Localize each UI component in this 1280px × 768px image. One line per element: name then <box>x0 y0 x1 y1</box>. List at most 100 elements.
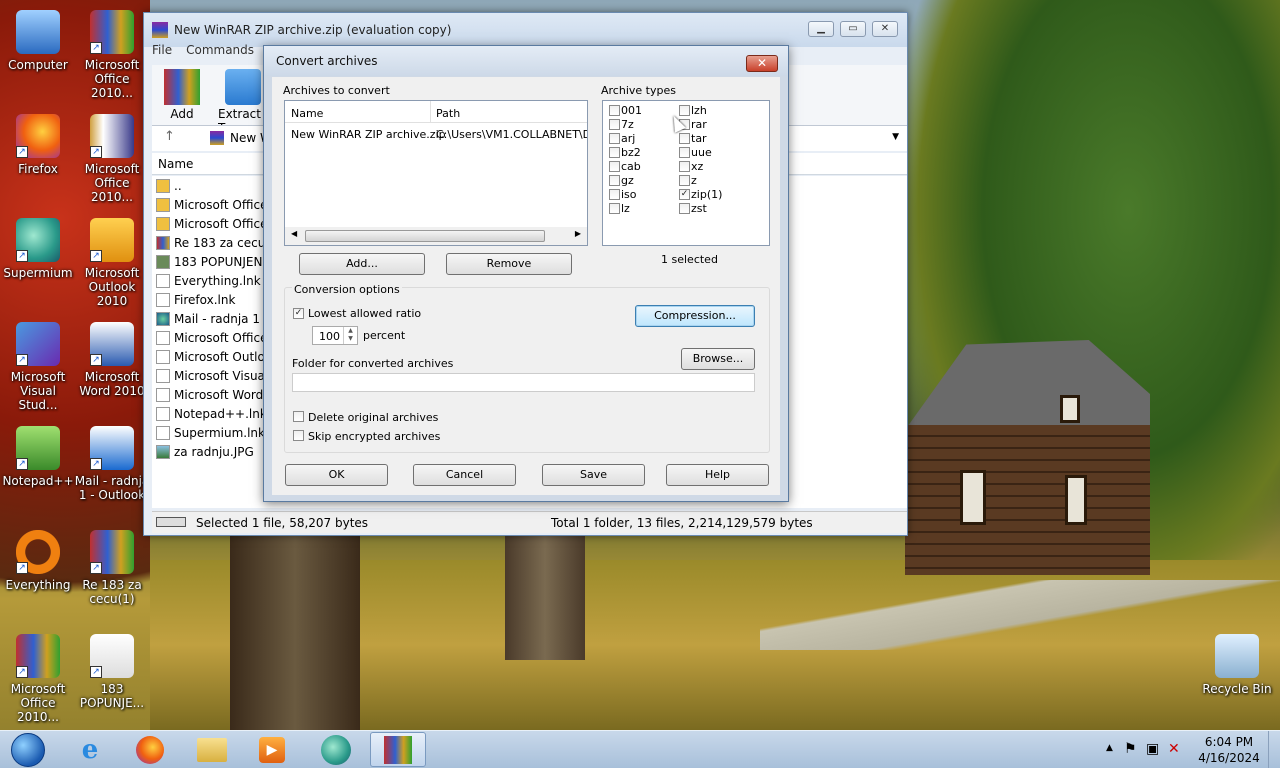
file-row[interactable]: Re 183 za cecu(1... <box>152 233 266 252</box>
archive-type-checkbox[interactable] <box>679 203 690 214</box>
dialog-titlebar[interactable]: Convert archives <box>264 46 788 76</box>
taskbar-ie[interactable]: e <box>62 732 118 767</box>
scroll-right-icon[interactable]: ▶ <box>575 229 581 238</box>
archive-type-checkbox[interactable] <box>609 175 620 186</box>
network-icon[interactable]: ▣ <box>1146 741 1159 757</box>
shortcut-arrow-icon: ↗ <box>16 250 28 262</box>
desktop-icon[interactable]: ↗ Microsoft Office 2010... <box>74 114 150 204</box>
start-button[interactable] <box>0 732 56 767</box>
file-row[interactable]: Supermium.lnk <box>152 423 266 442</box>
desktop-icon[interactable]: ↗ Notepad++ <box>0 426 76 488</box>
archive-type-checkbox[interactable] <box>609 133 620 144</box>
winrar-titlebar[interactable]: New WinRAR ZIP archive.zip (evaluation c… <box>144 13 907 47</box>
col-name[interactable]: Name <box>291 107 323 120</box>
taskbar-firefox[interactable] <box>122 732 178 767</box>
archive-type-checkbox[interactable]: ✓ <box>679 189 690 200</box>
minimize-button[interactable]: ▁ <box>808 21 834 37</box>
volume-muted-icon[interactable]: ✕ <box>1168 741 1180 757</box>
skip-encrypted-checkbox[interactable] <box>293 430 304 441</box>
archive-type-checkbox[interactable] <box>609 161 620 172</box>
archive-type-checkbox[interactable] <box>679 161 690 172</box>
col-path[interactable]: Path <box>436 107 460 120</box>
file-row[interactable]: 183 POPUNJEN ... <box>152 252 266 271</box>
cancel-button[interactable]: Cancel <box>413 464 516 486</box>
archive-type-checkbox[interactable] <box>609 105 620 116</box>
remove-button[interactable]: Remove <box>446 253 572 275</box>
add-button[interactable]: Add... <box>299 253 425 275</box>
desktop-icon[interactable]: ↗ Re 183 za cecu(1) <box>74 530 150 606</box>
desktop-icon[interactable]: ↗ Microsoft Visual Stud... <box>0 322 76 412</box>
convert-archives-dialog[interactable]: Convert archives ✕ Archives to convert N… <box>263 45 789 502</box>
close-button[interactable]: ✕ <box>872 21 898 37</box>
clock-date[interactable]: 4/16/2024 <box>1198 751 1260 765</box>
horizontal-scrollbar[interactable]: ◀ ▶ <box>285 227 587 245</box>
desktop-icon[interactable]: ↗ Firefox <box>0 114 76 176</box>
winrar-archive-icon: ↗ <box>90 530 134 574</box>
show-desktop-button[interactable] <box>1268 731 1280 768</box>
ratio-value[interactable]: 100 <box>319 330 340 343</box>
file-row[interactable]: Microsoft Visual... <box>152 366 266 385</box>
desktop-icon[interactable]: ↗ Microsoft Office 2010... <box>0 634 76 724</box>
file-row[interactable]: Microsoft Office... <box>152 328 266 347</box>
up-arrow-icon[interactable]: ↑ <box>164 129 175 144</box>
file-row[interactable]: Firefox.lnk <box>152 290 266 309</box>
taskbar-explorer[interactable] <box>184 732 240 767</box>
desktop-icon[interactable]: Recycle Bin <box>1199 634 1275 696</box>
file-row[interactable]: Microsoft Office... <box>152 195 266 214</box>
dialog-close-button[interactable]: ✕ <box>746 55 778 72</box>
desktop-icon[interactable]: ↗ Mail - radnja 1 - Outlook <box>74 426 150 502</box>
save-button[interactable]: Save <box>542 464 645 486</box>
archive-type-checkbox[interactable] <box>609 203 620 214</box>
desktop-icon[interactable]: ↗ Supermium <box>0 218 76 280</box>
browse-button[interactable]: Browse... <box>681 348 755 370</box>
archive-type-checkbox[interactable] <box>679 133 690 144</box>
file-row[interactable]: Mail - radnja 1 - ... <box>152 309 266 328</box>
desktop-icon[interactable]: ↗ Microsoft Office 2010... <box>74 10 150 100</box>
action-center-flag-icon[interactable]: ⚑ <box>1124 741 1137 757</box>
toolbar-add-button[interactable]: Add <box>164 69 200 121</box>
archive-type-checkbox[interactable] <box>679 105 690 116</box>
file-icon <box>156 406 170 421</box>
scroll-thumb[interactable] <box>305 230 545 242</box>
archive-type-checkbox[interactable] <box>679 147 690 158</box>
delete-original-checkbox[interactable] <box>293 411 304 422</box>
menu-commands[interactable]: Commands <box>186 43 254 57</box>
desktop-icon[interactable]: ↗ Microsoft Word 2010 <box>74 322 150 398</box>
file-row[interactable]: Microsoft Word ... <box>152 385 266 404</box>
file-row[interactable]: Notepad++.lnk <box>152 404 266 423</box>
ratio-spinner[interactable]: 100 ▲ ▼ <box>312 326 358 345</box>
desktop-icon[interactable]: ↗ 183 POPUNJE... <box>74 634 150 710</box>
file-row[interactable]: Everything.lnk <box>152 271 266 290</box>
maximize-button[interactable]: ▭ <box>840 21 866 37</box>
desktop-icon[interactable]: ↗ Microsoft Outlook 2010 <box>74 218 150 308</box>
spinner-arrows-icon[interactable]: ▲ ▼ <box>343 327 357 344</box>
archive-row-path[interactable]: C:\Users\VM1.COLLABNET\Desk <box>436 128 587 141</box>
folder-input[interactable] <box>292 373 755 392</box>
file-row[interactable]: Microsoft Office... <box>152 214 266 233</box>
archive-row-name[interactable]: New WinRAR ZIP archive.zip <box>291 128 446 141</box>
ok-button[interactable]: OK <box>285 464 388 486</box>
archive-type-checkbox[interactable] <box>609 189 620 200</box>
archive-type-checkbox[interactable] <box>609 147 620 158</box>
menu-file[interactable]: File <box>152 43 172 57</box>
help-button[interactable]: Help <box>666 464 769 486</box>
archive-types-list[interactable]: 001 7z arj bz2 cab gz iso lz lzh rar tar uue xz z ✓ zip… <box>602 100 770 246</box>
taskbar-winrar[interactable] <box>370 732 426 767</box>
archive-type-checkbox[interactable] <box>679 175 690 186</box>
lowest-ratio-checkbox[interactable]: ✓ <box>293 308 304 319</box>
scroll-left-icon[interactable]: ◀ <box>291 229 297 238</box>
taskbar-supermium[interactable] <box>308 732 364 767</box>
desktop-icon[interactable]: Computer <box>0 10 76 72</box>
archives-list[interactable]: Name Path New WinRAR ZIP archive.zip C:\… <box>284 100 588 246</box>
desktop-icon[interactable]: ↗ Everything <box>0 530 76 592</box>
archive-type-checkbox[interactable] <box>609 119 620 130</box>
taskbar-media-player[interactable]: ▶ <box>244 732 300 767</box>
show-hidden-icons-icon[interactable]: ▲ <box>1106 743 1113 753</box>
computer-icon <box>16 10 60 54</box>
compression-button[interactable]: Compression... <box>635 305 755 327</box>
clock-time[interactable]: 6:04 PM <box>1200 735 1258 749</box>
file-row[interactable]: .. <box>152 176 266 195</box>
file-row[interactable]: Microsoft Outlo... <box>152 347 266 366</box>
file-row[interactable]: za radnju.JPG <box>152 442 266 461</box>
address-dropdown-icon[interactable]: ▼ <box>892 132 899 142</box>
